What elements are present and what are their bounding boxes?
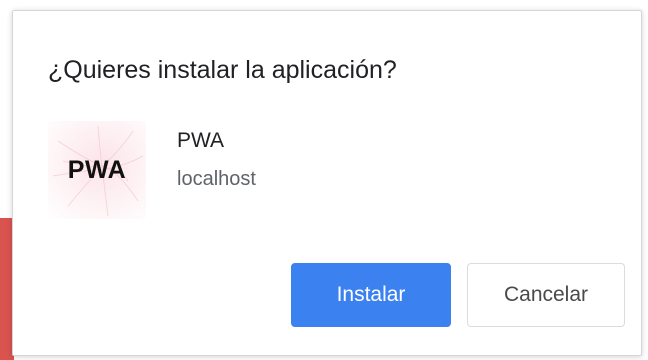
app-name: PWA	[177, 129, 225, 152]
install-app-dialog: ¿Quieres instalar la aplicación? PWA PWA…	[12, 10, 642, 356]
cancel-button[interactable]: Cancelar	[467, 263, 625, 327]
dialog-title: ¿Quieres instalar la aplicación?	[48, 56, 397, 84]
pwa-app-icon: PWA	[48, 121, 146, 219]
install-button[interactable]: Instalar	[291, 263, 451, 327]
app-icon-label: PWA	[67, 156, 127, 184]
app-origin: localhost	[177, 168, 256, 190]
